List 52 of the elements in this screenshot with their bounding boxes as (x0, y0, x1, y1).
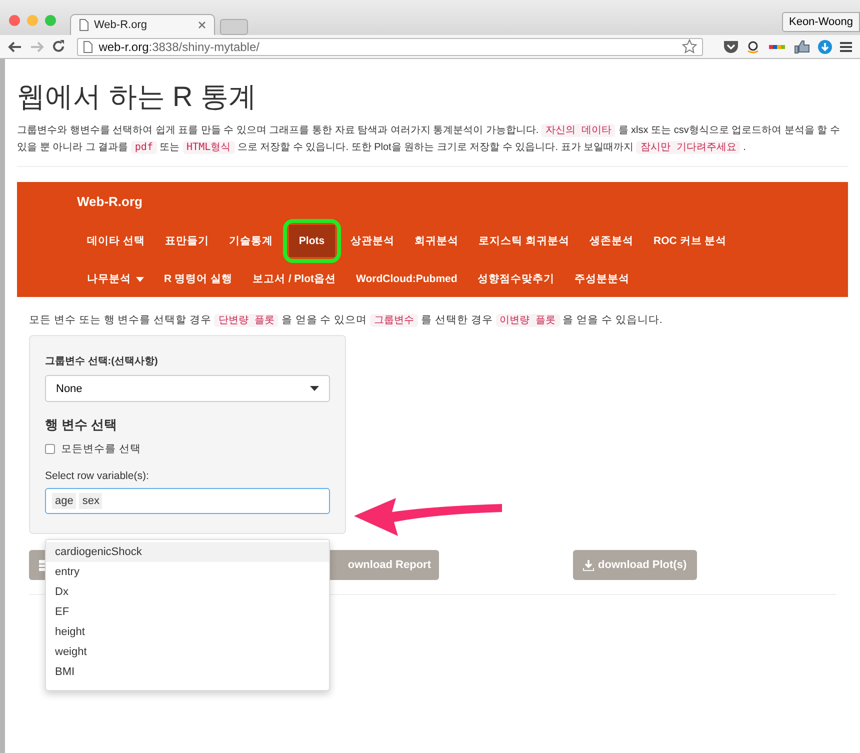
nav-tab[interactable]: 회귀분석 (404, 222, 469, 260)
page-icon (79, 19, 89, 31)
download-button[interactable]: download Plot(s) (573, 550, 697, 580)
group-select[interactable]: None (45, 375, 330, 402)
extension-icon[interactable] (746, 40, 760, 54)
intro-text: 그룹변수와 행변수를 선택하여 쉽게 표를 만들 수 있으며 그래프를 통한 자료 탐색과 여러가지 통계분석이 가능합니다. 자신의 데이타 를 xlsx 또는 csv형식으로 업로드하여 분석을 할 수 있을 뿐 아니라 그 결과를 pdf 또는 HTML형식 으로 저장할 수 있읍니다. 또한 Plot을 원하는 크기로 저장할 수 있읍니다. 표가 보일때까지 잠시만 기다려주세요 . (17, 123, 841, 156)
back-icon[interactable] (8, 40, 22, 52)
field-label: 그룹변수 선택:(선택사항) (45, 355, 159, 368)
nav-tab[interactable]: 생존분석 (580, 222, 644, 260)
page-icon (82, 40, 93, 52)
dropdown-option[interactable]: cardiogenicShock (46, 542, 329, 562)
profile-button[interactable]: Keon-Woong (782, 12, 860, 32)
address-bar[interactable]: web-r.org:3838/shiny-mytable/ (76, 38, 703, 56)
caret-icon (310, 386, 319, 391)
field-label: Select row variable(s): (45, 470, 150, 482)
input-field[interactable]: age sex (45, 488, 330, 514)
dropdown-option[interactable]: height (46, 622, 329, 642)
note-text: 모든 변수 또는 행 변수를 선택할 경우 단변량 플롯 을 얻을 수 있으며 그룹변수 를 선택한 경우 이변량 플롯 을 얻을 수 있읍니다. (29, 313, 664, 327)
dropdown-option[interactable]: Dx (46, 582, 329, 602)
nav-tab[interactable]: R 명령어 실행 (154, 260, 242, 298)
dropdown-option[interactable]: EF (46, 602, 329, 622)
selected-tag[interactable]: age (52, 493, 76, 509)
brand-link[interactable]: Web-R.org (77, 182, 848, 222)
nav-tab[interactable]: WordCloud:Pubmed (346, 260, 468, 298)
selected-tag[interactable]: sex (79, 493, 102, 509)
nav-tab[interactable]: 기술통계 (218, 222, 283, 260)
close-icon[interactable] (9, 15, 20, 26)
checkbox-label: 모든변수를 선택 (61, 442, 141, 456)
close-icon[interactable] (198, 21, 206, 29)
nav-tab[interactable]: 성향점수맞추기 (467, 260, 564, 298)
pocket-icon[interactable] (722, 40, 738, 54)
menu-icon[interactable] (840, 40, 852, 52)
download-icon[interactable] (818, 40, 832, 54)
thumbs-up-icon[interactable] (794, 40, 810, 54)
nav-tab[interactable]: 로지스틱 회귀분석 (468, 222, 580, 260)
nav-tab[interactable]: 표만들기 (154, 222, 219, 260)
browser-tab[interactable]: Web-R.org (70, 14, 215, 35)
star-icon[interactable] (682, 39, 697, 54)
page-title: 웹에서 하는 R 통계 (17, 80, 258, 114)
dropdown-option[interactable]: weight (46, 642, 329, 662)
nav-tab[interactable]: 주성분분석 (564, 260, 640, 298)
nav-tab[interactable]: 나무분석 (77, 260, 154, 298)
nav-tab[interactable]: 데이타 선택 (77, 222, 155, 260)
download-icon (583, 560, 594, 570)
reload-icon[interactable] (52, 40, 65, 53)
nav-tab[interactable]: 보고서 / Plot옵션 (242, 260, 346, 298)
nav-tab[interactable]: ROC 커브 분석 (644, 222, 737, 260)
checkbox[interactable] (45, 444, 55, 454)
nav-tab[interactable]: 상관분석 (340, 222, 405, 260)
section-heading: 행 변수 선택 (45, 416, 118, 434)
dropdown-option[interactable]: BMI (46, 662, 329, 682)
nav-tab[interactable]: Plots (288, 225, 335, 257)
